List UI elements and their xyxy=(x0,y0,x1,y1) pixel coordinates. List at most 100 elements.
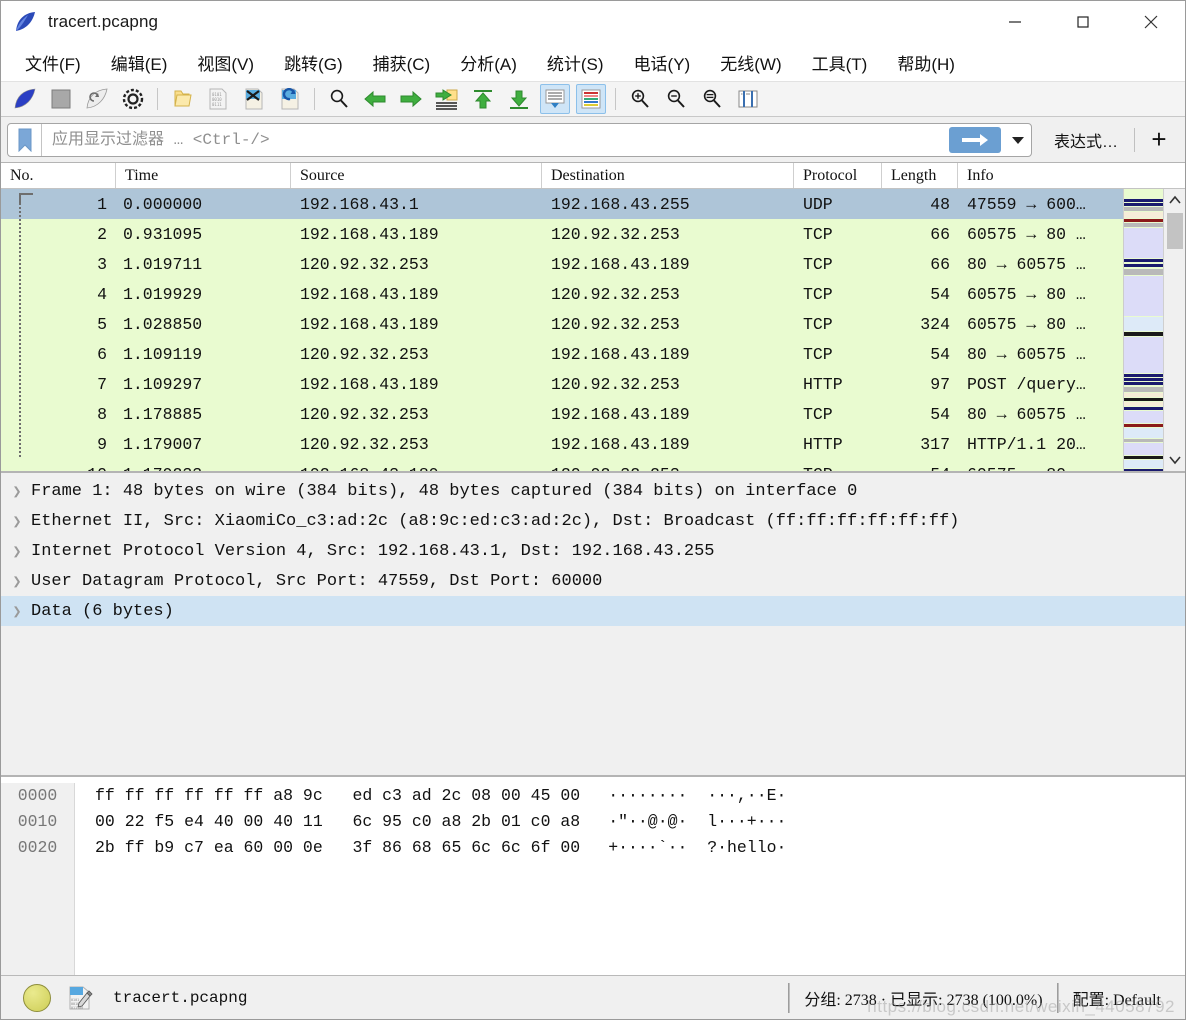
menu-analyze[interactable]: 分析(A) xyxy=(450,46,527,79)
svg-text:0111: 0111 xyxy=(212,102,222,107)
column-header-no[interactable]: No. xyxy=(1,163,116,188)
start-capture-icon[interactable] xyxy=(10,84,40,114)
menu-view[interactable]: 视图(V) xyxy=(187,46,264,79)
filter-history-chevron-down-icon[interactable] xyxy=(1005,125,1031,155)
chevron-right-icon[interactable]: ❯ xyxy=(3,512,31,531)
go-forward-arrow-icon[interactable] xyxy=(396,84,426,114)
cell-proto: UDP xyxy=(803,194,833,214)
chevron-right-icon[interactable]: ❯ xyxy=(3,602,31,621)
colorize-packets-icon[interactable] xyxy=(576,84,606,114)
cell-len: 317 xyxy=(920,434,950,454)
toolbar-separator xyxy=(157,88,158,110)
table-row[interactable]: 7 1.109297 192.168.43.189 120.92.32.253 … xyxy=(1,369,1185,399)
expert-info-icon[interactable] xyxy=(23,983,51,1012)
open-file-folder-icon[interactable] xyxy=(167,84,197,114)
packet-list-minimap[interactable] xyxy=(1123,189,1163,471)
resize-columns-icon[interactable] xyxy=(733,84,763,114)
detail-row-frame[interactable]: ❯ Frame 1: 48 bytes on wire (384 bits), … xyxy=(1,476,1185,506)
chevron-right-icon[interactable]: ❯ xyxy=(3,572,31,591)
scroll-up-chevron-up-icon[interactable] xyxy=(1164,189,1186,211)
wireshark-window: tracert.pcapng 文件(F) 编辑(E) 视图(V) 跳转(G) 捕… xyxy=(0,0,1186,1020)
menu-statistics[interactable]: 统计(S) xyxy=(537,46,614,79)
packet-bytes-pane[interactable]: 0000 0010 0020 ff ff ff ff ff ff a8 9c e… xyxy=(1,775,1185,975)
capture-file-properties-icon[interactable]: 0101 0010 011100 xyxy=(67,985,93,1011)
cell-proto: TCP xyxy=(803,254,833,274)
hex-ascii: +····`·· ?·hello· xyxy=(608,838,787,857)
status-profile[interactable]: 配置: Default xyxy=(1059,986,1175,1010)
go-to-last-packet-icon[interactable] xyxy=(504,84,534,114)
capture-options-gear-icon[interactable] xyxy=(118,84,148,114)
menu-edit[interactable]: 编辑(E) xyxy=(101,46,178,79)
table-row[interactable]: 8 1.178885 120.92.32.253 192.168.43.189 … xyxy=(1,399,1185,429)
menu-tools[interactable]: 工具(T) xyxy=(802,46,878,79)
menu-wireless[interactable]: 无线(W) xyxy=(710,46,791,79)
cell-info: 80 → 60575 … xyxy=(967,404,1086,424)
menu-go[interactable]: 跳转(G) xyxy=(274,46,353,79)
bookmark-icon[interactable] xyxy=(8,123,42,156)
find-packet-magnifier-icon[interactable] xyxy=(324,84,354,114)
menu-telephony[interactable]: 电话(Y) xyxy=(624,46,701,79)
column-header-info[interactable]: Info xyxy=(958,163,1125,188)
stop-capture-icon[interactable] xyxy=(46,84,76,114)
menu-help[interactable]: 帮助(H) xyxy=(887,46,965,79)
reload-file-icon[interactable] xyxy=(275,84,305,114)
go-to-first-packet-icon[interactable] xyxy=(468,84,498,114)
cell-dst: 120.92.32.253 xyxy=(551,314,680,334)
table-row[interactable]: 2 0.931095 192.168.43.189 120.92.32.253 … xyxy=(1,219,1185,249)
cell-proto: TCP xyxy=(803,224,833,244)
cell-dst: 120.92.32.253 xyxy=(551,374,680,394)
minimize-button[interactable] xyxy=(981,1,1049,43)
table-row[interactable]: 9 1.179007 120.92.32.253 192.168.43.189 … xyxy=(1,429,1185,459)
display-filter-box[interactable] xyxy=(7,122,1032,157)
table-row[interactable]: 10 1.179233 192.168.43.189 120.92.32.253… xyxy=(1,459,1185,471)
packet-list-scrollbar[interactable] xyxy=(1163,189,1185,471)
column-header-length[interactable]: Length xyxy=(882,163,958,188)
scrollbar-thumb[interactable] xyxy=(1166,213,1183,249)
detail-row-udp[interactable]: ❯ User Datagram Protocol, Src Port: 4755… xyxy=(1,566,1185,596)
cell-info: 60575 → 80 … xyxy=(967,314,1086,334)
cell-len: 66 xyxy=(930,254,950,274)
detail-row-ethernet[interactable]: ❯ Ethernet II, Src: XiaomiCo_c3:ad:2c (a… xyxy=(1,506,1185,536)
cell-dst: 120.92.32.253 xyxy=(551,224,680,244)
column-header-protocol[interactable]: Protocol xyxy=(794,163,882,188)
go-back-arrow-icon[interactable] xyxy=(360,84,390,114)
table-row[interactable]: 6 1.109119 120.92.32.253 192.168.43.189 … xyxy=(1,339,1185,369)
column-header-time[interactable]: Time xyxy=(116,163,291,188)
detail-row-data[interactable]: ❯ Data (6 bytes) xyxy=(1,596,1185,626)
auto-scroll-live-capture-icon[interactable] xyxy=(540,84,570,114)
column-header-destination[interactable]: Destination xyxy=(542,163,794,188)
cell-len: 54 xyxy=(882,465,958,472)
table-row[interactable]: 5 1.028850 192.168.43.189 120.92.32.253 … xyxy=(1,309,1185,339)
add-filter-button[interactable]: + xyxy=(1139,123,1179,157)
apply-filter-button[interactable] xyxy=(948,126,1001,153)
save-file-icon[interactable]: 0101 0010 0111 xyxy=(203,84,233,114)
chevron-right-icon[interactable]: ❯ xyxy=(3,482,31,501)
close-button[interactable] xyxy=(1117,1,1185,43)
table-row[interactable]: 4 1.019929 192.168.43.189 120.92.32.253 … xyxy=(1,279,1185,309)
restart-capture-icon[interactable] xyxy=(82,84,112,114)
table-row[interactable]: 1 0.000000 192.168.43.1 192.168.43.255 U… xyxy=(1,189,1185,219)
cell-src: 192.168.43.189 xyxy=(300,284,439,304)
go-to-packet-icon[interactable] xyxy=(432,84,462,114)
chevron-right-icon[interactable]: ❯ xyxy=(3,542,31,561)
menu-capture[interactable]: 捕获(C) xyxy=(363,46,441,79)
maximize-button[interactable] xyxy=(1049,1,1117,43)
hex-ascii: ·"··@·@· l···+··· xyxy=(608,812,787,831)
column-header-source[interactable]: Source xyxy=(291,163,542,188)
detail-row-ipv4[interactable]: ❯ Internet Protocol Version 4, Src: 192.… xyxy=(1,536,1185,566)
scroll-down-chevron-down-icon[interactable] xyxy=(1164,449,1186,471)
hex-offset: 0010 xyxy=(17,812,58,831)
cell-len: 48 xyxy=(930,194,950,214)
detail-row-data-text: Data (6 bytes) xyxy=(31,601,174,621)
table-row[interactable]: 3 1.019711 120.92.32.253 192.168.43.189 … xyxy=(1,249,1185,279)
filter-expression-button[interactable]: 表达式… xyxy=(1042,128,1130,152)
display-filter-input[interactable] xyxy=(42,123,949,156)
menu-file[interactable]: 文件(F) xyxy=(15,46,91,79)
zoom-in-icon[interactable] xyxy=(625,84,655,114)
close-file-icon[interactable] xyxy=(239,84,269,114)
zoom-reset-icon[interactable] xyxy=(697,84,727,114)
zoom-out-icon[interactable] xyxy=(661,84,691,114)
packet-list-rows: 1 0.000000 192.168.43.1 192.168.43.255 U… xyxy=(1,189,1185,471)
cell-info: 60575 → 80 … xyxy=(967,224,1086,244)
cell-proto: TCP xyxy=(803,404,833,424)
